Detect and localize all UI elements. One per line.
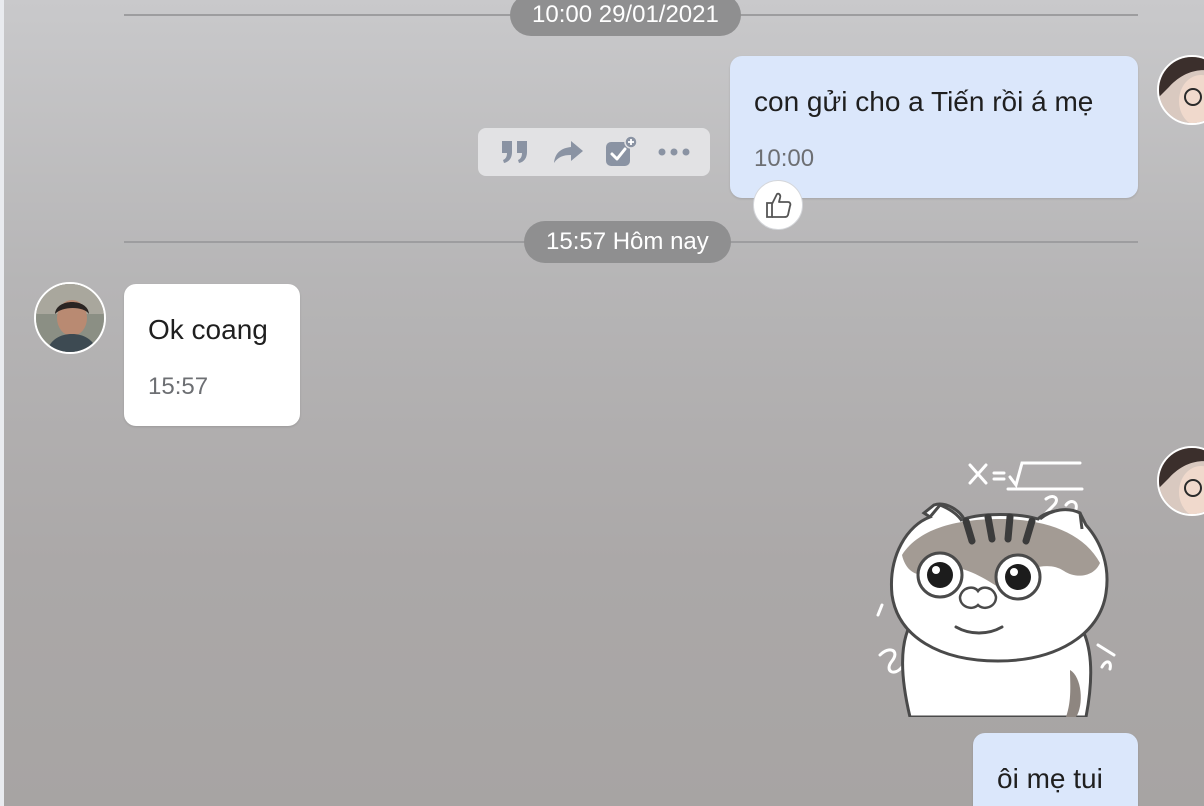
my-avatar[interactable] <box>1157 446 1204 516</box>
message-text: ôi mẹ tui <box>997 763 1103 794</box>
thumbs-up-icon[interactable] <box>753 180 803 230</box>
message-time: 10:00 <box>754 145 815 172</box>
date-divider-pill: 15:57 Hôm nay <box>524 221 731 263</box>
select-message-icon[interactable] <box>601 132 641 172</box>
window-left-edge <box>0 0 4 806</box>
my-message-bubble[interactable]: con gửi cho a Tiến rồi á mẹ 10:00 <box>730 56 1138 198</box>
message-action-toolbar <box>478 128 710 176</box>
message-text: Ok coang <box>148 314 268 345</box>
my-avatar[interactable] <box>1157 55 1204 125</box>
my-message-bubble[interactable]: ôi mẹ tui <box>973 733 1138 806</box>
forward-icon[interactable] <box>548 132 588 172</box>
quote-icon[interactable] <box>495 132 535 172</box>
message-text: con gửi cho a Tiến rồi á mẹ <box>754 86 1094 117</box>
message-time: 15:57 <box>148 373 209 400</box>
more-icon[interactable] <box>654 132 694 172</box>
contact-message-bubble[interactable]: Ok coang 15:57 <box>124 284 300 426</box>
date-divider-pill: 10:00 29/01/2021 <box>510 0 741 36</box>
cat-sticker-math[interactable] <box>870 455 1132 719</box>
contact-avatar[interactable] <box>34 282 106 354</box>
